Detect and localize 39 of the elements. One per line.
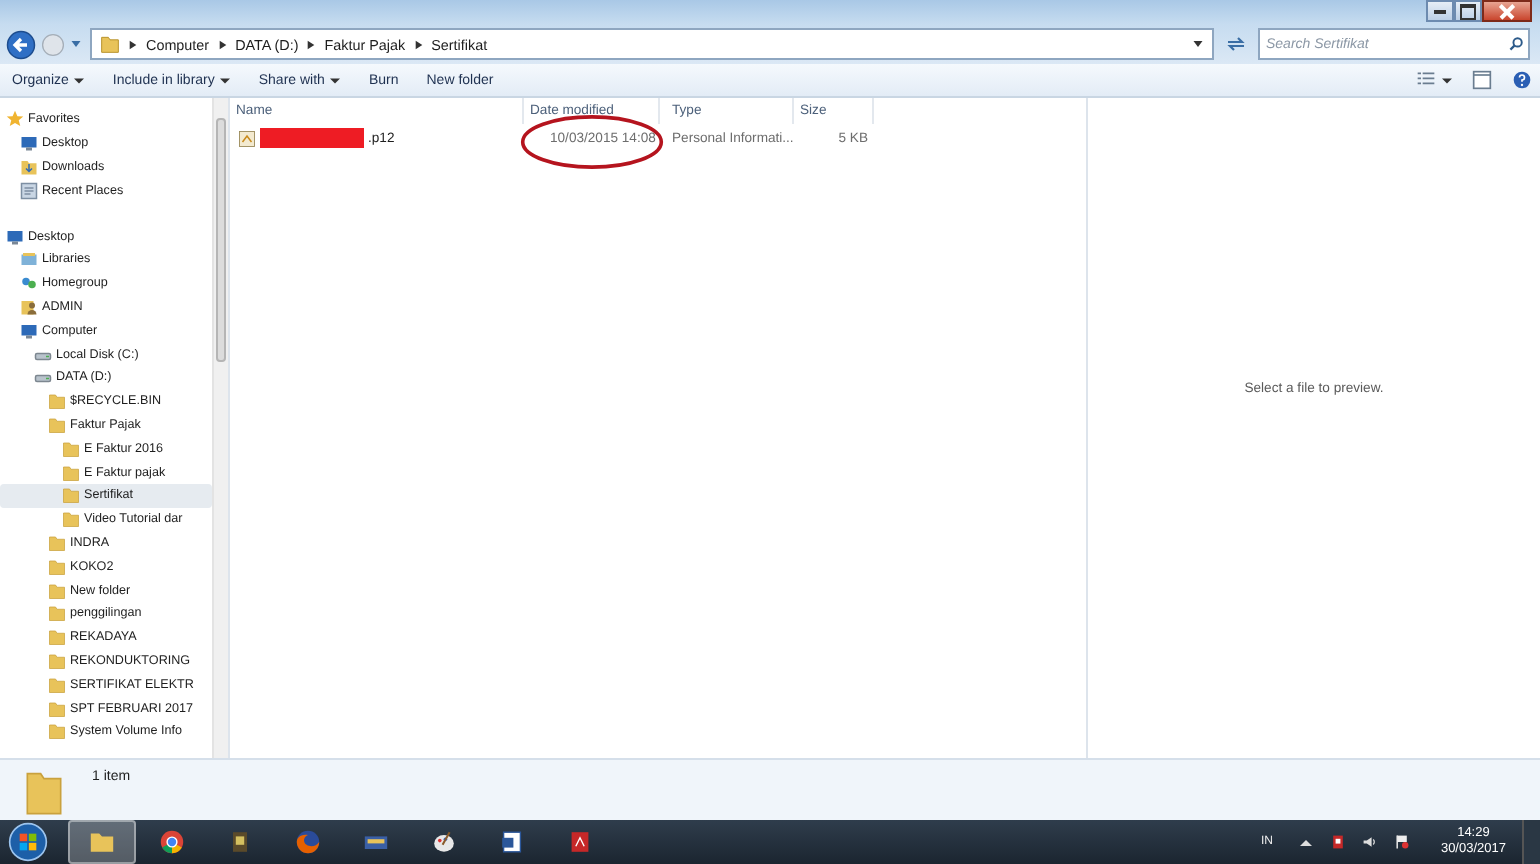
close-button[interactable] [1482, 0, 1532, 22]
paint-icon [430, 828, 458, 856]
back-icon[interactable] [6, 29, 36, 59]
app-tray-icon[interactable] [1330, 834, 1347, 850]
desktop-icon [20, 134, 38, 153]
computer-icon [20, 321, 38, 340]
desktop-icon [6, 227, 24, 246]
dropdown-icon[interactable] [1192, 38, 1204, 50]
chevron-icon [413, 39, 424, 49]
view-options-icon[interactable] [1416, 70, 1436, 90]
folder-icon [100, 34, 120, 54]
chevron-icon [217, 39, 228, 49]
certificate-file-icon [238, 129, 256, 147]
scrollbar-thumb[interactable] [216, 118, 226, 362]
download-icon [20, 157, 38, 176]
preview-pane-icon[interactable] [1472, 70, 1492, 90]
caret-icon[interactable] [1442, 75, 1452, 85]
firefox-icon [294, 828, 322, 856]
word-document-icon [498, 828, 526, 856]
folder-icon [88, 828, 116, 856]
scrollbar[interactable] [212, 98, 228, 758]
chrome-icon [158, 828, 186, 856]
speaker-icon[interactable] [1362, 834, 1379, 850]
flag-icon[interactable] [1394, 834, 1411, 850]
help-icon[interactable] [1512, 70, 1532, 90]
chevron-icon [306, 39, 317, 49]
user-icon [20, 297, 38, 316]
minimize-button[interactable] [1426, 0, 1454, 22]
pdf-document-icon [566, 828, 594, 856]
start-button[interactable] [8, 822, 48, 862]
star-icon [6, 110, 24, 129]
chevron-icon [128, 39, 138, 49]
homegroup-icon [20, 274, 38, 293]
show-hidden-icons-icon[interactable] [1298, 834, 1315, 850]
refresh-icon[interactable] [1224, 32, 1248, 56]
maximize-button[interactable] [1454, 0, 1482, 22]
search-icon [1508, 36, 1524, 52]
library-icon [20, 250, 38, 269]
recent-icon [20, 181, 38, 200]
